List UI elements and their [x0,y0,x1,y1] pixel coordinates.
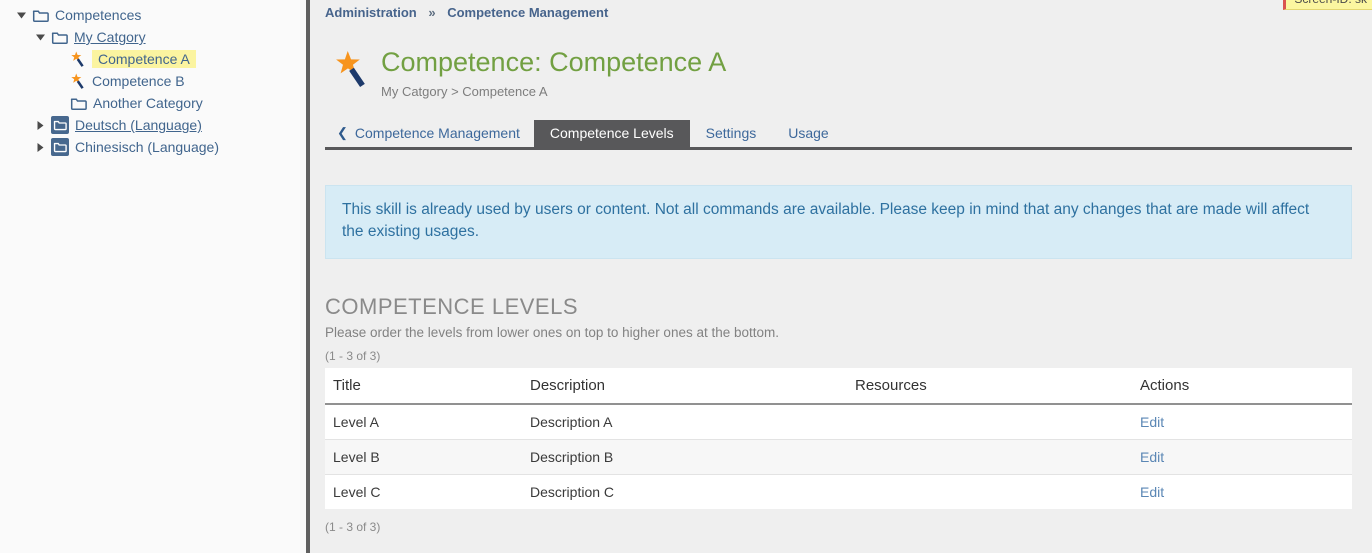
tree-item-competence-b[interactable]: Competence B [0,70,306,92]
competence-levels-section: COMPETENCE LEVELS Please order the level… [325,294,1352,535]
skill-wand-icon [333,49,371,99]
tree-item-competence-a[interactable]: Competence A [0,48,306,70]
tree-item-label[interactable]: My Catgory [74,29,146,45]
tree-item-label[interactable]: Competences [55,7,141,23]
folder-icon [51,30,68,45]
edit-link-level-c[interactable]: Edit [1140,484,1164,500]
tab-bar: ❮ Competence Management Competence Level… [325,120,1352,150]
table-row-level-a: Level A Description A Edit [325,404,1352,440]
table-row-level-b: Level B Description B Edit [325,439,1352,474]
tree-item-competences[interactable]: Competences [0,4,306,26]
breadcrumb-separator: » [428,5,435,20]
repository-tree-sidebar: Competences My Catgory Competence A [0,0,306,553]
breadcrumb-competence-management[interactable]: Competence Management [447,5,608,20]
table-header-row: Title Description Resources Actions [325,368,1352,404]
page-title: Competence: Competence A [381,47,726,78]
page-header: Competence: Competence A My Catgory > Co… [333,47,1352,99]
tab-usage[interactable]: Usage [772,120,844,147]
cell-title: Level A [325,404,522,440]
cell-resources [847,474,1132,509]
skill-wand-icon [70,51,86,68]
tree-item-my-catgory[interactable]: My Catgory [0,26,306,48]
column-header-description: Description [522,368,847,404]
tree-item-label[interactable]: Competence B [92,73,185,89]
tab-back-competence-management[interactable]: ❮ Competence Management [325,120,534,147]
folder-icon [70,96,87,111]
folder-icon [32,8,49,23]
section-title: COMPETENCE LEVELS [325,294,1352,320]
usage-warning-message: This skill is already used by users or c… [325,185,1352,259]
screen-id-badge: Screen-ID: sk [1283,0,1372,10]
expand-triangle-down-icon[interactable] [33,34,47,41]
expand-triangle-right-icon[interactable] [33,121,47,130]
edit-link-level-a[interactable]: Edit [1140,414,1164,430]
edit-link-level-b[interactable]: Edit [1140,449,1164,465]
app-window: Competences My Catgory Competence A [0,0,1372,553]
tree-item-label[interactable]: Another Category [93,95,203,111]
expand-triangle-right-icon[interactable] [33,143,47,152]
expand-triangle-down-icon[interactable] [14,12,28,19]
column-header-title: Title [325,368,522,404]
tree-item-label[interactable]: Chinesisch (Language) [75,139,219,155]
breadcrumb: Administration » Competence Management [325,0,1352,20]
column-header-actions: Actions [1132,368,1352,404]
tree-item-label[interactable]: Deutsch (Language) [75,117,202,133]
cell-description: Description B [522,439,847,474]
cell-description: Description A [522,404,847,440]
skill-wand-icon [70,73,86,90]
tree-item-another-category[interactable]: Another Category [0,92,306,114]
back-tab-label: Competence Management [355,125,520,141]
cell-description: Description C [522,474,847,509]
column-header-resources: Resources [847,368,1132,404]
tab-settings[interactable]: Settings [690,120,773,147]
table-row-level-c: Level C Description C Edit [325,474,1352,509]
cell-title: Level C [325,474,522,509]
result-range-bottom: (1 - 3 of 3) [325,520,1352,534]
cell-title: Level B [325,439,522,474]
main-content: Screen-ID: sk Administration » Competenc… [310,0,1372,553]
cell-resources [847,439,1132,474]
breadcrumb-administration[interactable]: Administration [325,5,417,20]
tab-competence-levels[interactable]: Competence Levels [534,120,690,147]
tree-item-label[interactable]: Competence A [92,50,196,68]
language-folder-icon [51,138,69,156]
section-subtitle: Please order the levels from lower ones … [325,325,1352,340]
result-range-top: (1 - 3 of 3) [325,349,1352,363]
levels-table: Title Description Resources Actions Leve… [325,368,1352,510]
chevron-left-icon: ❮ [337,125,348,141]
tree-item-chinesisch-language[interactable]: Chinesisch (Language) [0,136,306,158]
tree-item-deutsch-language[interactable]: Deutsch (Language) [0,114,306,136]
language-folder-icon [51,116,69,134]
cell-resources [847,404,1132,440]
page-path: My Catgory > Competence A [381,84,726,99]
